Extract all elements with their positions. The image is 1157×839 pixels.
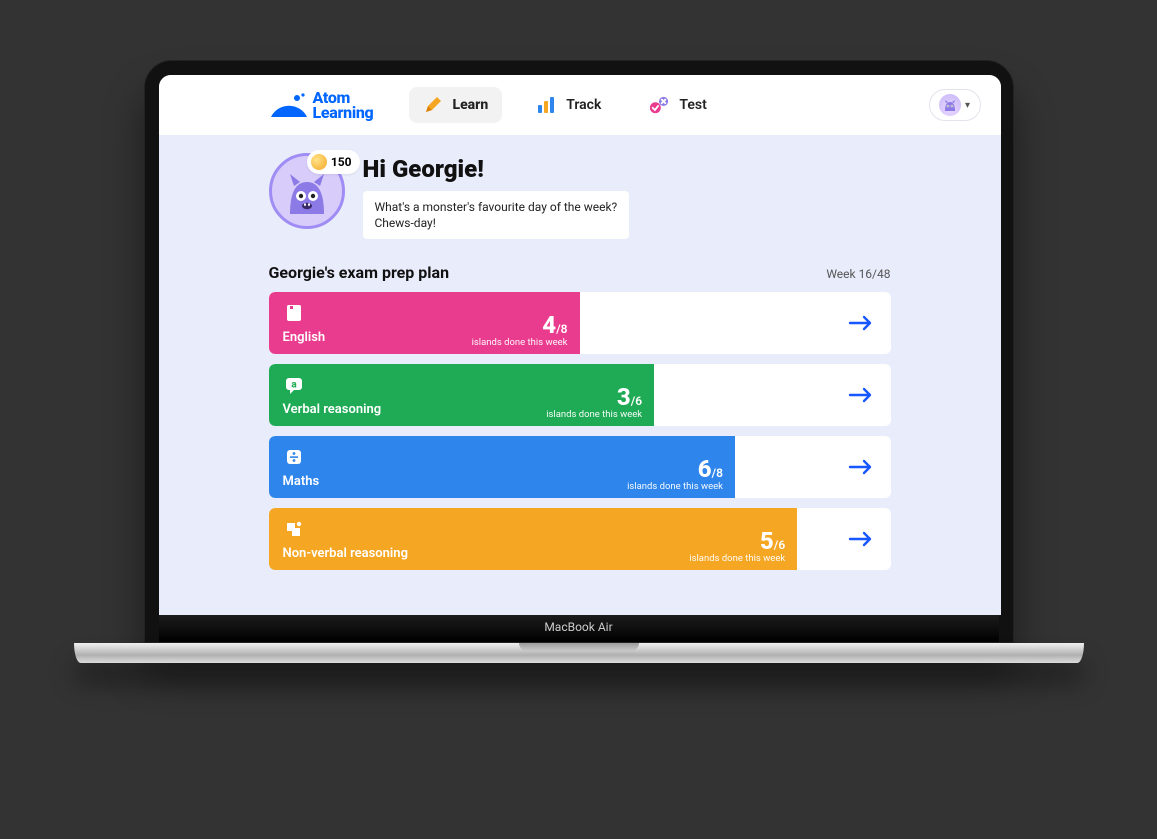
plan-header: Georgie's exam prep plan Week 16/48 (269, 263, 891, 282)
subject-fill: a Verbal reasoning 3/6islands done this we… (269, 364, 655, 426)
arrow-right-icon[interactable] (831, 436, 891, 498)
laptop-frame: Atom Learning Learn (144, 60, 1014, 663)
nav-learn-label: Learn (453, 97, 489, 113)
user-avatar[interactable]: 150 (269, 153, 345, 229)
greeting-title: Hi Georgie! (363, 155, 630, 183)
arrow-right-icon[interactable] (831, 364, 891, 426)
progress-total: /6 (774, 538, 785, 552)
joke-answer: Chews-day! (375, 215, 618, 231)
app-header: Atom Learning Learn (159, 75, 1001, 135)
device-model: MacBook Air (159, 615, 999, 642)
progress-label: islands done this week (627, 481, 723, 492)
plan-week: Week 16/48 (826, 267, 890, 281)
subject-progress: 5/6islands done this week (689, 529, 785, 564)
subject-row-nvr[interactable]: Non-verbal reasoning 5/6islands done this… (269, 508, 891, 570)
nav-learn[interactable]: Learn (409, 87, 503, 123)
progress-total: /8 (712, 466, 723, 480)
subject-fill: English 4/8islands done this week (269, 292, 580, 354)
arrow-right-icon[interactable] (831, 508, 891, 570)
subject-fill: Maths 6/8islands done this week (269, 436, 736, 498)
joke-bubble: What's a monster's favourite day of the … (363, 191, 630, 239)
pencil-icon (423, 95, 443, 115)
plan-title: Georgie's exam prep plan (269, 263, 450, 282)
profile-row: 150 Hi Georgie! What's a monster's favou… (269, 153, 891, 239)
progress-done: 5 (760, 527, 774, 555)
subject-progress: 3/6islands done this week (546, 385, 642, 420)
subject-name: Verbal reasoning (283, 402, 382, 417)
progress-done: 3 (617, 383, 631, 411)
brand-text: Atom Learning (313, 90, 374, 120)
main-content: 150 Hi Georgie! What's a monster's favou… (159, 135, 1001, 570)
greeting: Hi Georgie! What's a monster's favourite… (363, 153, 630, 239)
test-icon (649, 95, 669, 115)
subject-progress: 6/8islands done this week (627, 457, 723, 492)
nav-track-label: Track (566, 97, 601, 113)
subject-row-maths[interactable]: Maths 6/8islands done this week (269, 436, 891, 498)
subject-icon (283, 446, 305, 468)
laptop-bezel: Atom Learning Learn (144, 60, 1014, 643)
joke-question: What's a monster's favourite day of the … (375, 199, 618, 215)
laptop-notch (519, 643, 639, 651)
coin-count: 150 (331, 155, 352, 169)
subject-row-english[interactable]: English 4/8islands done this week (269, 292, 891, 354)
subject-name: English (283, 330, 326, 345)
primary-nav: Learn Track (409, 87, 721, 123)
chevron-down-icon: ▾ (965, 100, 970, 111)
svg-text:a: a (291, 379, 297, 390)
subject-name: Non-verbal reasoning (283, 546, 408, 561)
subject-fill: Non-verbal reasoning 5/6islands done this… (269, 508, 798, 570)
progress-done: 6 (698, 455, 712, 483)
subject-progress: 4/8islands done this week (472, 313, 568, 348)
progress-label: islands done this week (472, 337, 568, 348)
nav-test-label: Test (679, 97, 706, 113)
progress-total: /8 (556, 322, 567, 336)
nav-test[interactable]: Test (635, 87, 720, 123)
coin-icon (311, 154, 327, 170)
progress-label: islands done this week (546, 409, 642, 420)
subject-row-verbal[interactable]: a Verbal reasoning 3/6islands done this we… (269, 364, 891, 426)
subjects-list: English4/8islands done this weekaVerbal … (269, 292, 891, 570)
brand-logo[interactable]: Atom Learning (269, 90, 374, 120)
nav-track[interactable]: Track (522, 87, 615, 123)
account-menu[interactable]: ▾ (929, 89, 981, 121)
progress-done: 4 (542, 311, 556, 339)
progress-total: /6 (631, 394, 642, 408)
subject-icon: a (283, 374, 305, 396)
coin-badge: 150 (307, 150, 360, 174)
avatar-icon (939, 94, 961, 116)
laptop-base (74, 643, 1084, 663)
app-screen: Atom Learning Learn (159, 75, 1001, 615)
bar-chart-icon (536, 95, 556, 115)
subject-name: Maths (283, 474, 320, 489)
progress-label: islands done this week (689, 553, 785, 564)
brand-mark-icon (269, 93, 309, 117)
arrow-right-icon[interactable] (831, 292, 891, 354)
subject-icon (283, 302, 305, 324)
subject-icon (283, 518, 305, 540)
